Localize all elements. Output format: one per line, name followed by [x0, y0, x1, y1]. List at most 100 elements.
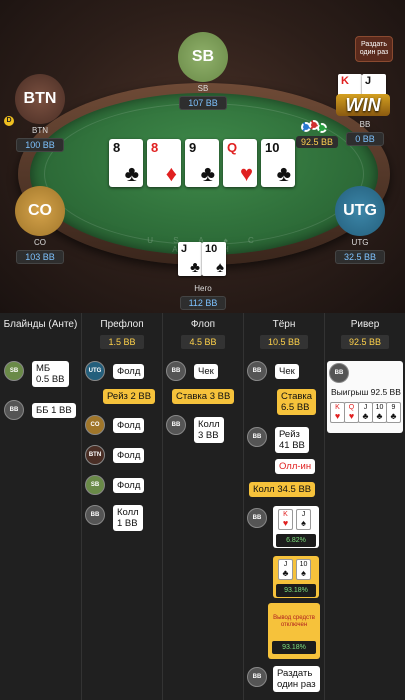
bb-equity-box: K ♥ J ♠ 6.82% [273, 506, 319, 548]
action-btn-fold: Фолд [113, 448, 145, 463]
river-card-3: J ♣ [358, 402, 373, 423]
river-card-4: 10 ♣ [372, 402, 387, 423]
action-bb-check: Чек [194, 364, 218, 379]
player-stack-hero: 112 BB [179, 296, 227, 310]
mini-card-rank: Q [348, 404, 355, 411]
seat-hero[interactable]: Него 112 BB [173, 282, 233, 311]
col-pot-turn: 10.5 BB [259, 335, 309, 349]
hand-history-panel: Блайнды (Анте) Префлоп 1.5 BB Флоп 4.5 B… [0, 313, 405, 700]
poker-table-area: U S A ♠ C A S H SB SB 107 BB BTN BTN 100… [0, 0, 405, 313]
avatar-utg[interactable]: UTG [335, 186, 385, 236]
cashout-disabled-box: Вывод средств отключен 93.18% [268, 603, 320, 659]
hero-hole-card-2: 10 ♠ [202, 242, 226, 276]
board-card-3-rank: 9 [189, 140, 197, 155]
mini-card-10-spades: 10 ♠ [296, 559, 311, 580]
win-badge: WIN [336, 94, 390, 116]
hero-card-2-suit: ♠ [216, 259, 224, 276]
mini-card-j-spades: J ♠ [296, 509, 311, 530]
bb-card-1-rank: K [341, 75, 349, 87]
hero-equity: 93.18% [272, 641, 316, 654]
col-divider [243, 353, 244, 700]
position-badge-bb: BB [247, 361, 267, 381]
board-card-4: Q ♥ [223, 139, 257, 187]
col-title-turn: Тёрн [272, 319, 296, 330]
board-card-4-suit: ♥ [239, 161, 253, 186]
action-hero-raise: Рейз 2 BB [103, 389, 156, 404]
deal-once-tooltip: Раздать один раз [355, 36, 393, 62]
player-name-sb: SB [197, 84, 209, 93]
action-co-fold: Фолд [113, 418, 145, 433]
mini-card-suit: ♠ [301, 568, 306, 578]
position-badge-bb: BB [329, 363, 349, 383]
mini-card-suit: ♥ [334, 411, 341, 421]
position-badge-bb: BB [247, 427, 267, 447]
river-card-5: 9 ♣ [386, 402, 401, 423]
river-winner-box: BB Выигрыш 92.5 BB K ♥ Q ♥ J ♣ 10 ♣ 9 ♣ [327, 361, 403, 433]
avatar-btn[interactable]: BTN [15, 74, 65, 124]
board-card-2: 8 ♦ [147, 139, 181, 187]
mini-card-suit: ♣ [282, 568, 289, 578]
action-hero-bet: Ставка 3 BB [172, 389, 235, 404]
river-card-1: K ♥ [330, 402, 345, 423]
player-stack-utg: 32.5 BB [334, 250, 386, 264]
mini-card-k-hearts: K ♥ [278, 509, 293, 530]
mini-card-rank: J [301, 511, 306, 518]
board-card-1-suit: ♣ [124, 161, 139, 186]
player-stack-btn: 100 BB [16, 138, 64, 152]
position-badge-bb: BB [85, 505, 105, 525]
avatar-sb[interactable]: SB [178, 32, 228, 82]
mini-card-rank: J [363, 404, 368, 411]
seat-sb[interactable]: SB SB 107 BB [173, 32, 233, 111]
board-card-5-rank: 10 [265, 140, 280, 155]
hero-hole-card-1: J ♣ [178, 242, 202, 276]
mini-card-suit: ♠ [301, 518, 306, 528]
action-bb-call: Колл 3 BB [194, 417, 224, 443]
seat-btn[interactable]: BTN BTN 100 BB [10, 74, 70, 153]
river-card-2: Q ♥ [344, 402, 359, 423]
col-divider [162, 353, 163, 700]
seat-co[interactable]: CO CO 103 BB [10, 186, 70, 265]
col-header-river: Ривер 92.5 BB [325, 313, 405, 353]
mini-card-rank: J [283, 561, 288, 568]
action-bb-raise: Рейз 41 BB [275, 427, 309, 453]
action-bb-check: Чек [275, 364, 299, 379]
col-header-blinds: Блайнды (Анте) [0, 313, 82, 353]
position-badge-bb: BB [166, 361, 186, 381]
col-pot-flop: 4.5 BB [181, 335, 225, 349]
board-card-4-rank: Q [227, 140, 238, 155]
position-badge-btn: BTN [85, 445, 105, 465]
hero-equity-box: J ♣ 10 ♠ 93.18% [273, 556, 319, 598]
mini-card-rank: K [335, 404, 340, 411]
board-card-2-suit: ♦ [165, 161, 177, 186]
mini-card-suit: ♣ [362, 411, 369, 421]
player-stack-co: 103 BB [16, 250, 64, 264]
position-badge-sb: SB [85, 475, 105, 495]
action-deal-once: Раздать один раз [273, 666, 320, 692]
col-divider [324, 353, 325, 700]
col-pot-preflop: 1.5 BB [100, 335, 144, 349]
seat-utg[interactable]: UTG UTG 32.5 BB [330, 186, 390, 265]
board-card-2-rank: 8 [151, 140, 159, 155]
col-header-preflop: Префлоп 1.5 BB [82, 313, 163, 353]
action-sb-blind: МБ 0.5 BB [32, 361, 69, 387]
action-bb-blind: ББ 1 BB [32, 403, 76, 418]
col-title-preflop: Префлоп [100, 319, 144, 330]
position-badge-co: CO [85, 415, 105, 435]
seat-bb[interactable]: BB 0 BB [340, 118, 390, 147]
board-card-5-suit: ♣ [276, 161, 291, 186]
col-header-flop: Флоп 4.5 BB [163, 313, 244, 353]
board-card-1: 8 ♣ [109, 139, 143, 187]
col-divider [81, 353, 82, 700]
avatar-co[interactable]: CO [15, 186, 65, 236]
mini-card-rank: K [283, 511, 288, 518]
col-title-blinds: Блайнды (Анте) [3, 319, 78, 330]
board-card-3: 9 ♣ [185, 139, 219, 187]
chip-stack-icon [301, 120, 331, 134]
position-badge-bb: BB [4, 400, 24, 420]
mini-card-suit: ♣ [376, 411, 383, 421]
hero-card-2-rank: 10 [205, 243, 218, 255]
player-name-bb: BB [359, 120, 371, 129]
mini-card-suit: ♣ [390, 411, 397, 421]
dealer-button-icon: D [4, 116, 14, 126]
win-amount-label: Выигрыш 92.5 BB [331, 387, 401, 397]
